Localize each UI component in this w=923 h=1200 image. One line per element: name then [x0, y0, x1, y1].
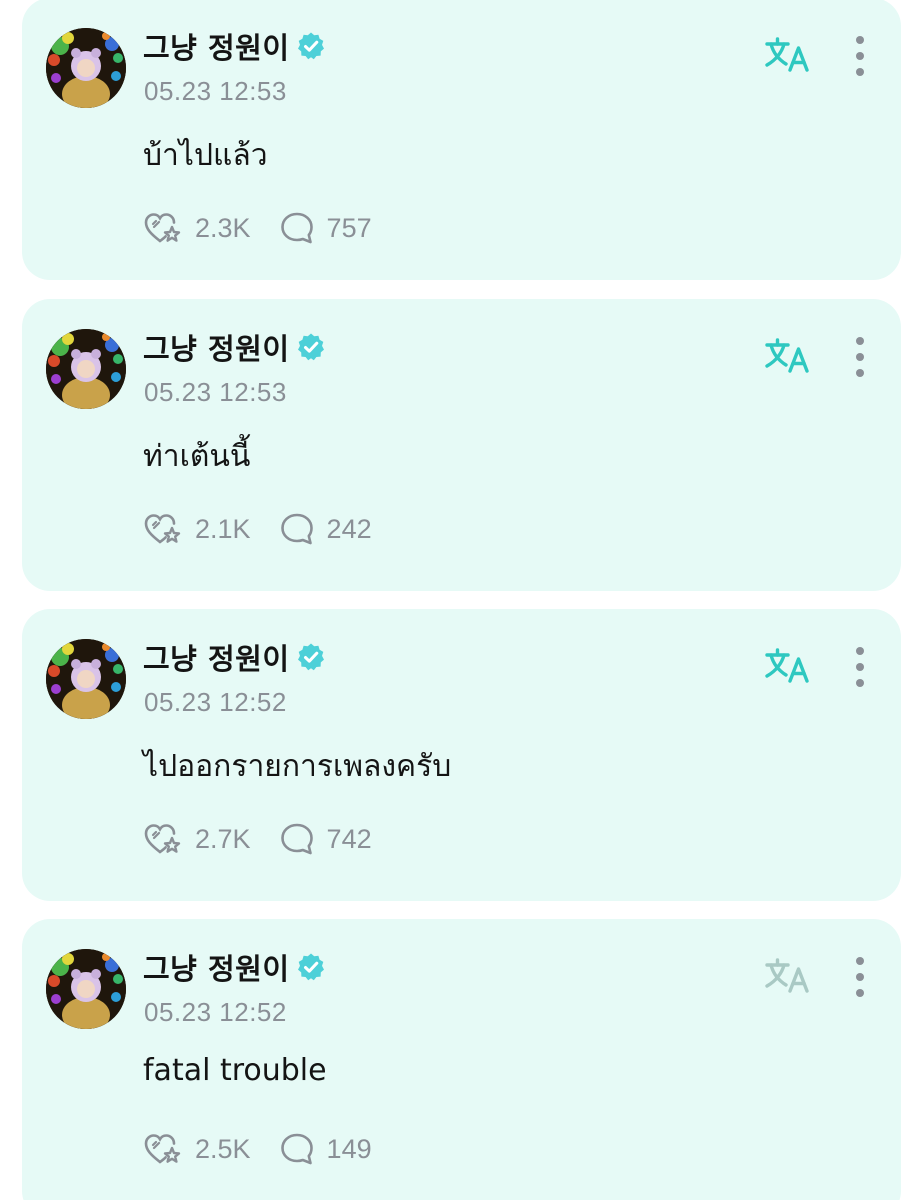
comment-count-label: 242	[326, 513, 372, 544]
post-card[interactable]: 그냥 정원이 05.23 12:53 ท่าเต้นนี้ 2.1K 242	[22, 299, 901, 591]
post-stats: 2.1K 242	[143, 511, 372, 547]
post-time: 05.23 12:53	[144, 76, 287, 106]
avatar[interactable]	[46, 28, 126, 108]
comment-count[interactable]: 742	[279, 821, 372, 857]
post-time: 05.23 12:52	[144, 687, 287, 717]
post-time: 05.23 12:53	[144, 377, 287, 407]
comment-count-label: 742	[326, 823, 372, 854]
comment-count-label: 149	[326, 1133, 372, 1164]
like-count-label: 2.7K	[195, 823, 251, 854]
comment-bubble-icon	[280, 1133, 313, 1165]
post-stats: 2.3K 757	[143, 210, 372, 246]
translate-icon[interactable]	[764, 957, 812, 997]
more-vertical-icon[interactable]	[848, 645, 872, 689]
more-vertical-icon[interactable]	[848, 955, 872, 999]
author-name[interactable]: 그냥 정원이	[143, 25, 290, 67]
author-name[interactable]: 그냥 정원이	[143, 946, 290, 988]
comment-bubble-icon	[280, 823, 313, 855]
comment-count[interactable]: 242	[279, 511, 372, 547]
comment-count[interactable]: 757	[279, 210, 372, 246]
avatar[interactable]	[46, 949, 126, 1029]
like-count[interactable]: 2.7K	[143, 821, 251, 857]
translate-icon[interactable]	[764, 647, 812, 687]
like-count-label: 2.3K	[195, 212, 251, 243]
post-text: ท่าเต้นนี้	[143, 439, 251, 474]
more-vertical-icon[interactable]	[848, 335, 872, 379]
heart-star-icon	[144, 213, 181, 243]
post-stats: 2.7K 742	[143, 821, 372, 857]
author-name[interactable]: 그냥 정원이	[143, 326, 290, 368]
translate-icon[interactable]	[764, 337, 812, 377]
avatar[interactable]	[46, 639, 126, 719]
heart-star-icon	[144, 824, 181, 854]
heart-star-icon	[144, 1134, 181, 1164]
like-count-label: 2.5K	[195, 1133, 251, 1164]
translate-icon[interactable]	[764, 36, 812, 76]
heart-star-icon	[144, 514, 181, 544]
post-card[interactable]: 그냥 정원이 05.23 12:53 บ้าไปแล้ว 2.3K 757	[22, 0, 901, 280]
post-time: 05.23 12:52	[144, 997, 287, 1027]
verified-badge-icon	[297, 643, 324, 671]
comment-count[interactable]: 149	[279, 1131, 372, 1167]
like-count[interactable]: 2.3K	[143, 210, 251, 246]
post-card[interactable]: 그냥 정원이 05.23 12:52 ไปออกรายการเพลงครับ 2…	[22, 609, 901, 901]
post-text: ไปออกรายการเพลงครับ	[143, 749, 452, 784]
post-stats: 2.5K 149	[143, 1131, 372, 1167]
comment-bubble-icon	[280, 513, 313, 545]
like-count-label: 2.1K	[195, 513, 251, 544]
verified-badge-icon	[297, 333, 324, 361]
author-name[interactable]: 그냥 정원이	[143, 636, 290, 678]
comment-bubble-icon	[280, 212, 313, 244]
post-feed: 그냥 정원이 05.23 12:53 บ้าไปแล้ว 2.3K 757 그냥…	[0, 0, 923, 1200]
verified-badge-icon	[297, 953, 324, 981]
more-vertical-icon[interactable]	[848, 34, 872, 78]
like-count[interactable]: 2.5K	[143, 1131, 251, 1167]
post-text: fatal trouble	[143, 1053, 327, 1088]
avatar[interactable]	[46, 329, 126, 409]
comment-count-label: 757	[326, 212, 372, 243]
like-count[interactable]: 2.1K	[143, 511, 251, 547]
post-text: บ้าไปแล้ว	[143, 138, 268, 173]
post-card[interactable]: 그냥 정원이 05.23 12:52 fatal trouble 2.5K 14…	[22, 919, 901, 1200]
verified-badge-icon	[297, 32, 324, 60]
